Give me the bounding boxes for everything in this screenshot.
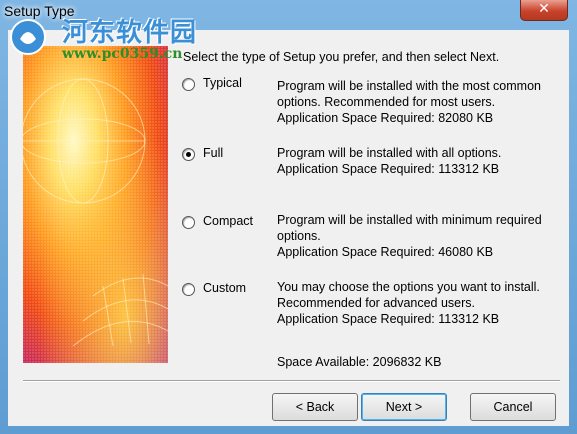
- radio-compact[interactable]: [182, 216, 195, 229]
- window-frame: Setup Type ✕ 河东软件园 www.pc0359.cn Select …: [0, 0, 577, 434]
- option-compact-description: Program will be installed with minimum r…: [277, 212, 542, 260]
- close-button[interactable]: ✕: [520, 0, 568, 21]
- intro-text: Select the type of Setup you prefer, and…: [183, 50, 500, 64]
- radio-typical[interactable]: [182, 78, 195, 91]
- description-line: Application Space Required: 82080 KB: [277, 111, 494, 125]
- space-available: Space Available: 2096832 KB: [277, 355, 442, 369]
- option-typical-description: Program will be installed with the most …: [277, 78, 541, 126]
- description-line: Application Space Required: 113312 KB: [277, 162, 500, 176]
- description-line: options.: [277, 229, 321, 243]
- option-full-description: Program will be installed with all optio…: [277, 145, 501, 177]
- close-icon: ✕: [538, 1, 550, 17]
- option-label: Typical: [203, 76, 242, 90]
- option-label: Custom: [203, 281, 247, 295]
- watermark-site-name: 河东软件园: [62, 18, 198, 48]
- watermark-logo: [10, 19, 46, 55]
- description-line: Application Space Required: 46080 KB: [277, 245, 494, 259]
- description-line: Recommended for advanced users.: [277, 296, 476, 310]
- setup-banner-image: [23, 46, 168, 363]
- description-line: Application Space Required: 113312 KB: [277, 312, 500, 326]
- radio-full[interactable]: [182, 148, 195, 161]
- option-label: Compact: [203, 214, 254, 228]
- back-button[interactable]: < Back: [272, 393, 358, 421]
- description-line: Program will be installed with minimum r…: [277, 213, 542, 227]
- description-line: Program will be installed with all optio…: [277, 146, 502, 160]
- button-separator: [23, 380, 560, 382]
- description-line: Program will be installed with the most …: [277, 79, 541, 93]
- cancel-button[interactable]: Cancel: [470, 393, 556, 421]
- option-custom-description: You may choose the options you want to i…: [277, 279, 540, 327]
- description-line: options. Recommended for most users.: [277, 95, 496, 109]
- option-label: Full: [203, 146, 224, 160]
- radio-custom[interactable]: [182, 283, 195, 296]
- watermark-url: www.pc0359.cn: [62, 46, 183, 62]
- description-line: You may choose the options you want to i…: [277, 280, 540, 294]
- next-button[interactable]: Next >: [361, 393, 447, 421]
